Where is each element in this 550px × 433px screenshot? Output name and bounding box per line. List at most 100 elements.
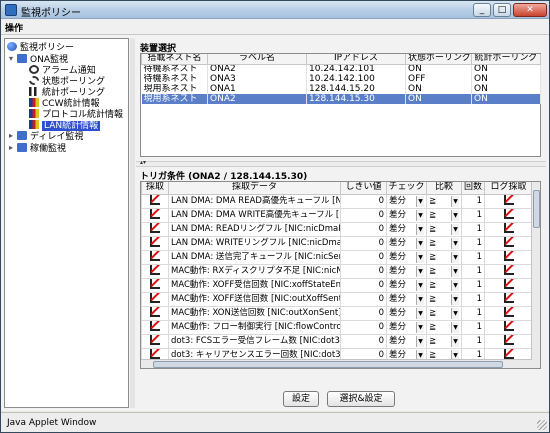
check-select[interactable]: 差分 ▼ — [386, 193, 427, 209]
chevron-down-icon[interactable]: ▼ — [416, 335, 424, 347]
splitter-arrows-icon[interactable]: ▴▾ — [140, 159, 146, 166]
scroll-thumb[interactable] — [153, 361, 503, 368]
check-select[interactable]: 差分 ▼ — [386, 277, 427, 293]
log-toggle[interactable] — [484, 207, 533, 223]
table-row[interactable]: LAN DMA: 送信完了キューフル [NIC:nicSen... 0 差分 ▼ ≧ ▼ 1 — [141, 249, 533, 265]
collect-toggle[interactable] — [141, 333, 169, 349]
vertical-splitter[interactable] — [130, 38, 135, 408]
menu-operation[interactable]: 操作 — [5, 21, 23, 34]
close-button[interactable]: ✕ — [513, 3, 547, 17]
compare-select[interactable]: ≧▼ — [426, 235, 462, 251]
column-header[interactable]: ラベル名 — [207, 54, 307, 65]
tree-toggle-icon[interactable]: ▸ — [9, 143, 13, 152]
threshold-field[interactable]: 0 — [340, 277, 387, 293]
log-toggle[interactable] — [484, 319, 533, 335]
chevron-down-icon[interactable]: ▼ — [416, 223, 424, 235]
chevron-down-icon[interactable]: ▼ — [416, 321, 424, 333]
tree-item-delay[interactable]: ディレイ監視 — [17, 131, 83, 142]
chevron-down-icon[interactable]: ▼ — [451, 307, 459, 319]
chevron-down-icon[interactable]: ▼ — [451, 335, 459, 347]
compare-select[interactable]: ≧▼ — [426, 221, 462, 237]
table-row[interactable]: 待機系ネスト ONA3 10.24.142.100 OFF ON — [141, 74, 541, 84]
collect-toggle[interactable] — [141, 277, 169, 293]
count-field[interactable]: 1 — [461, 221, 485, 237]
chevron-down-icon[interactable]: ▼ — [451, 279, 459, 291]
tree-item-operation[interactable]: 稼働監視 — [17, 143, 66, 154]
collect-toggle[interactable] — [141, 249, 169, 265]
collect-toggle[interactable] — [141, 319, 169, 335]
check-select[interactable]: 差分 ▼ — [386, 291, 427, 307]
chevron-down-icon[interactable]: ▼ — [416, 195, 424, 207]
check-select[interactable]: 差分 ▼ — [386, 319, 427, 335]
table-row[interactable]: LAN DMA: DMA READ高優先キューフル [NI... 0 差分 ▼ ≧ ▼ 1 — [141, 193, 533, 209]
chevron-down-icon[interactable]: ▼ — [451, 265, 459, 277]
vertical-scrollbar[interactable] — [531, 182, 540, 368]
log-toggle[interactable] — [484, 193, 533, 209]
chevron-down-icon[interactable]: ▼ — [416, 209, 424, 221]
chevron-down-icon[interactable]: ▼ — [416, 265, 424, 277]
horizontal-scrollbar[interactable] — [141, 359, 532, 368]
count-field[interactable]: 1 — [461, 207, 485, 223]
chevron-down-icon[interactable]: ▼ — [451, 195, 459, 207]
set-button[interactable]: 設定 — [283, 391, 319, 407]
count-field[interactable]: 1 — [461, 333, 485, 349]
log-toggle[interactable] — [484, 277, 533, 293]
chevron-down-icon[interactable]: ▼ — [451, 251, 459, 263]
check-select[interactable]: 差分 ▼ — [386, 221, 427, 237]
check-select[interactable]: 差分 ▼ — [386, 249, 427, 265]
count-field[interactable]: 1 — [461, 305, 485, 321]
tree-item-ona[interactable]: ONA監視 — [17, 54, 68, 65]
compare-select[interactable]: ≧▼ — [426, 193, 462, 209]
chevron-down-icon[interactable]: ▼ — [451, 293, 459, 305]
column-header[interactable]: 採取 — [141, 182, 169, 195]
threshold-field[interactable]: 0 — [340, 263, 387, 279]
chevron-down-icon[interactable]: ▼ — [451, 209, 459, 221]
column-header[interactable]: 状態ポーリング — [405, 54, 472, 65]
threshold-field[interactable]: 0 — [340, 319, 387, 335]
table-row[interactable]: MAC動作: フロー制御実行 [NIC:flowControl... 0 差分 ▼ ≧ ▼… — [141, 319, 533, 335]
count-field[interactable]: 1 — [461, 249, 485, 265]
compare-select[interactable]: ≧▼ — [426, 277, 462, 293]
chevron-down-icon[interactable]: ▼ — [451, 237, 459, 249]
table-row[interactable]: LAN DMA: WRITEリングフル [NIC:nicDma... 0 差分 ▼ ≧ ▼… — [141, 235, 533, 251]
column-header[interactable]: ログ採取 — [484, 182, 533, 195]
horizontal-splitter[interactable]: ▴▾ — [136, 159, 546, 167]
table-row[interactable]: MAC動作: RXディスクリプタ不足 [NIC:nicN... 0 差分 ▼ ≧ ▼ 1 — [141, 263, 533, 279]
log-toggle[interactable] — [484, 291, 533, 307]
tree-item-lan[interactable]: LAN統計情報 — [29, 120, 101, 131]
resize-grip-icon[interactable] — [537, 420, 547, 430]
threshold-field[interactable]: 0 — [340, 333, 387, 349]
count-field[interactable]: 1 — [461, 193, 485, 209]
threshold-field[interactable]: 0 — [340, 207, 387, 223]
table-row[interactable]: LAN DMA: DMA WRITE高優先キューフル [N... 0 差分 ▼ ≧ ▼ 1 — [141, 207, 533, 223]
select-and-set-button[interactable]: 選択&設定 — [327, 391, 395, 407]
chevron-down-icon[interactable]: ▼ — [416, 237, 424, 249]
threshold-field[interactable]: 0 — [340, 305, 387, 321]
tree-item-ccw[interactable]: CCW統計情報 — [29, 98, 99, 109]
tree-item-protocol[interactable]: プロトコル統計情報 — [29, 109, 123, 120]
chevron-down-icon[interactable]: ▼ — [451, 321, 459, 333]
threshold-field[interactable]: 0 — [340, 249, 387, 265]
collect-toggle[interactable] — [141, 263, 169, 279]
check-select[interactable]: 差分 ▼ — [386, 207, 427, 223]
column-header[interactable]: 統計ポーリング — [471, 54, 541, 65]
check-select[interactable]: 差分 ▼ — [386, 263, 427, 279]
table-row[interactable]: dot3: FCSエラー受信フレーム数 [NIC:dot3S... 0 差分 ▼ ≧ ▼ 1 — [141, 333, 533, 349]
compare-select[interactable]: ≧▼ — [426, 249, 462, 265]
scroll-thumb[interactable] — [533, 190, 540, 228]
compare-select[interactable]: ≧▼ — [426, 319, 462, 335]
column-header[interactable]: チェック — [386, 182, 427, 195]
threshold-field[interactable]: 0 — [340, 291, 387, 307]
column-header[interactable]: 搭載ネスト名 — [141, 54, 208, 65]
count-field[interactable]: 1 — [461, 235, 485, 251]
log-toggle[interactable] — [484, 221, 533, 237]
count-field[interactable]: 1 — [461, 263, 485, 279]
chevron-down-icon[interactable]: ▼ — [416, 279, 424, 291]
log-toggle[interactable] — [484, 235, 533, 251]
chevron-down-icon[interactable]: ▼ — [451, 223, 459, 235]
column-header[interactable]: 比較 — [426, 182, 462, 195]
check-select[interactable]: 差分 ▼ — [386, 235, 427, 251]
compare-select[interactable]: ≧▼ — [426, 333, 462, 349]
check-select[interactable]: 差分 ▼ — [386, 333, 427, 349]
table-row[interactable]: 現用系ネスト ONA2 128.144.15.30 ON ON — [141, 94, 541, 104]
